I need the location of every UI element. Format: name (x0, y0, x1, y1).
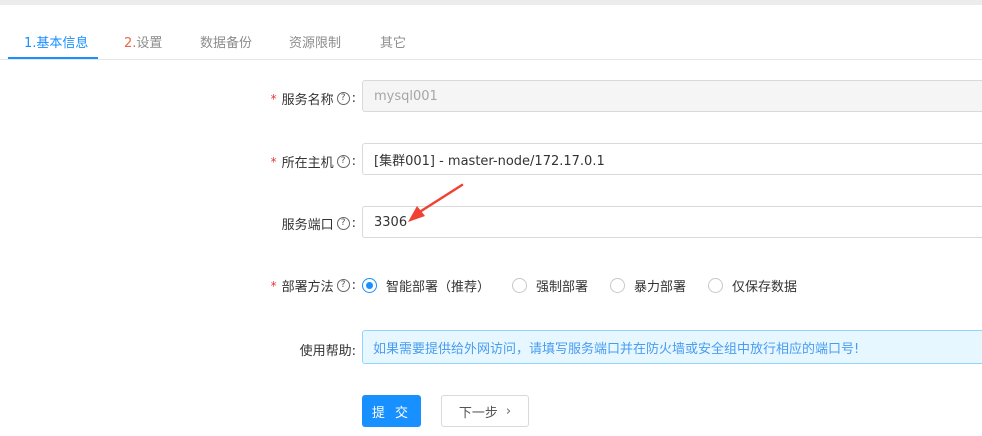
radio-force-deploy[interactable]: 强制部署 (512, 276, 588, 295)
tab-bar: 1.基本信息 2.设置 数据备份 资源限制 其它 (0, 5, 982, 60)
next-step-button[interactable]: 下一步 › (441, 395, 529, 427)
service-name-input[interactable]: mysql001 (362, 80, 982, 112)
port-label: 服务端口 ? : (281, 216, 356, 233)
question-icon[interactable]: ? (336, 279, 350, 292)
radio-smart-deploy[interactable]: 智能部署（推荐） (362, 276, 490, 295)
active-tab-indicator (8, 57, 98, 59)
tab-settings[interactable]: 2.设置 (124, 32, 162, 51)
help-label: 使用帮助: (299, 344, 356, 359)
question-icon[interactable]: ? (336, 217, 350, 230)
question-icon[interactable]: ? (336, 92, 350, 105)
chevron-right-icon: › (505, 403, 512, 419)
port-input[interactable]: 3306 (362, 206, 982, 238)
host-label: * 所在主机 ? : (270, 154, 356, 171)
help-alert: 如果需要提供给外网访问，请填写服务端口并在防火墙或安全组中放行相应的端口号! (362, 330, 982, 364)
radio-brute-deploy[interactable]: 暴力部署 (610, 276, 686, 295)
tab-other[interactable]: 其它 (380, 32, 406, 51)
tab-resource-limits[interactable]: 资源限制 (289, 32, 341, 51)
host-select[interactable]: [集群001] - master-node/172.17.0.1 (362, 143, 982, 175)
submit-button[interactable]: 提 交 (362, 395, 421, 427)
tab-basic-info[interactable]: 1.基本信息 (24, 32, 88, 51)
deploy-method-label: * 部署方法 ? : (270, 278, 356, 295)
radio-save-data-only[interactable]: 仅保存数据 (708, 276, 797, 295)
service-name-label: * 服务名称 ? : (270, 91, 356, 108)
tab-data-backup[interactable]: 数据备份 (200, 32, 252, 51)
deploy-method-radio-group: 智能部署（推荐） 强制部署 暴力部署 仅保存数据 (362, 276, 819, 295)
question-icon[interactable]: ? (336, 155, 350, 168)
